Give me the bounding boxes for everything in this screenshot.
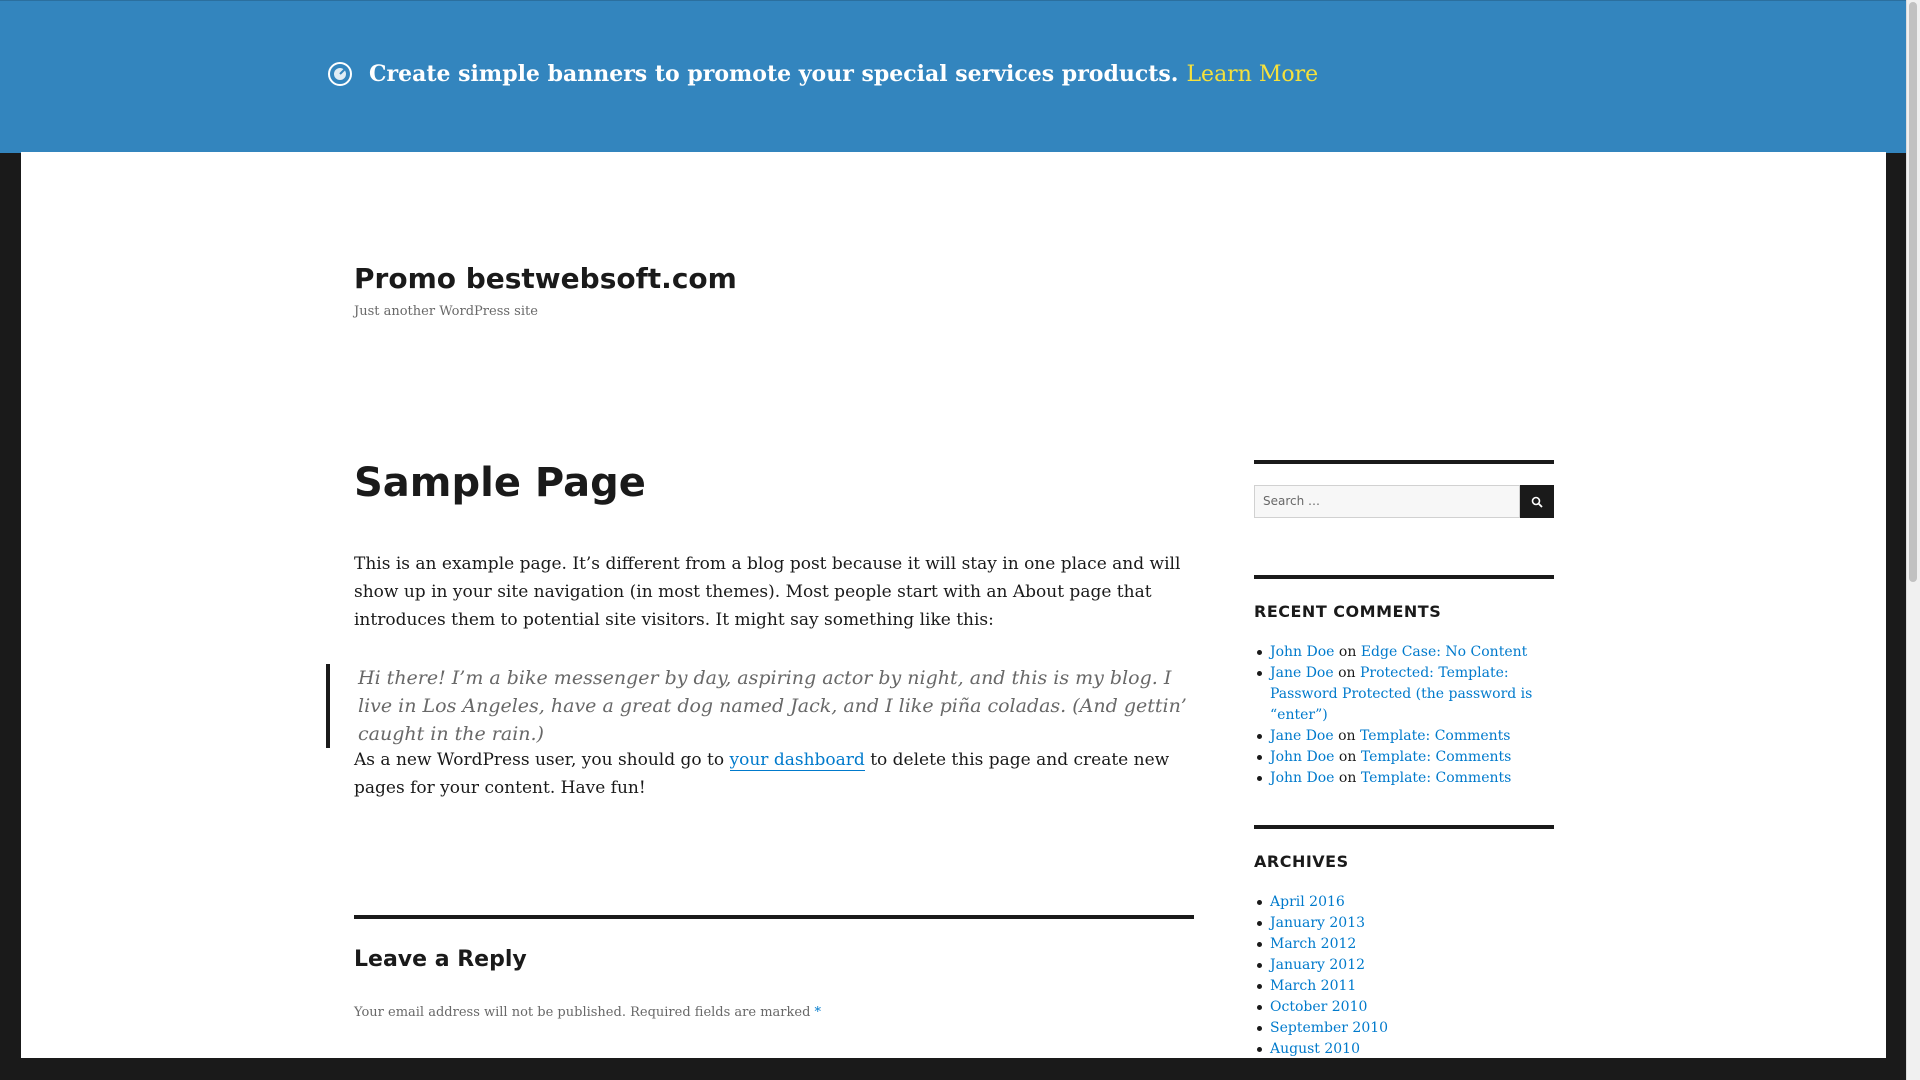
comment-on-text: on	[1338, 665, 1356, 681]
archive-link[interactable]: January 2013	[1270, 915, 1365, 931]
reply-title: Leave a Reply	[354, 947, 527, 972]
list-item: John Doe on Edge Case: No Content	[1254, 642, 1564, 663]
promo-banner: Create simple banners to promote your sp…	[0, 0, 1906, 153]
list-item: January 2013	[1254, 913, 1564, 934]
learn-more-link[interactable]: Learn More	[1186, 62, 1318, 87]
site-description: Just another WordPress site	[354, 304, 538, 319]
comment-post-link[interactable]: Edge Case: No Content	[1361, 644, 1527, 660]
list-item: September 2010	[1254, 1018, 1564, 1039]
comment-on-text: on	[1338, 644, 1357, 660]
list-item: March 2011	[1254, 976, 1564, 997]
target-icon	[328, 62, 352, 86]
list-item: April 2016	[1254, 892, 1564, 913]
comment-on-text: on	[1338, 749, 1357, 765]
page-content: Promo bestwebsoft.com Just another WordP…	[21, 152, 1886, 1058]
scrollbar-thumb[interactable]	[1909, 2, 1917, 582]
page-title: Sample Page	[354, 460, 646, 506]
intro-paragraph: This is an example page. It’s different …	[354, 554, 1181, 630]
comment-post-link[interactable]: Template: Comments	[1360, 728, 1510, 744]
list-item: Jane Doe on Protected: Template: Passwor…	[1254, 663, 1564, 726]
archive-link[interactable]: March 2011	[1270, 978, 1356, 994]
list-item: John Doe on Template: Comments	[1254, 747, 1564, 768]
comment-author-link[interactable]: Jane Doe	[1270, 665, 1334, 681]
search-input[interactable]: Search …	[1254, 485, 1520, 518]
archives-divider	[1254, 825, 1554, 829]
banner-content: Create simple banners to promote your sp…	[327, 61, 1318, 87]
list-item: August 2010	[1254, 1039, 1564, 1060]
archive-link[interactable]: April 2016	[1270, 894, 1345, 910]
list-item: October 2010	[1254, 997, 1564, 1018]
recent-comments-title: RECENT COMMENTS	[1254, 602, 1442, 621]
reply-note: Your email address will not be published…	[354, 1005, 821, 1020]
reply-divider	[354, 915, 1194, 919]
archives-title: ARCHIVES	[1254, 852, 1349, 871]
paragraph-text-before: As a new WordPress user, you should go t…	[354, 750, 730, 770]
search-widget-divider	[1254, 460, 1554, 464]
list-item: March 2012	[1254, 934, 1564, 955]
banner-text: Create simple banners to promote your sp…	[369, 61, 1179, 87]
search-button[interactable]	[1520, 485, 1554, 518]
entry-content: This is an example page. It’s different …	[354, 550, 1194, 634]
comment-on-text: on	[1338, 728, 1356, 744]
comment-author-link[interactable]: John Doe	[1270, 770, 1334, 786]
archive-link[interactable]: October 2010	[1270, 999, 1367, 1015]
comment-author-link[interactable]: John Doe	[1270, 749, 1334, 765]
archive-link[interactable]: March 2012	[1270, 936, 1356, 952]
archive-link[interactable]: January 2012	[1270, 957, 1365, 973]
comment-on-text: on	[1338, 770, 1357, 786]
comment-post-link[interactable]: Template: Comments	[1361, 770, 1511, 786]
comment-author-link[interactable]: John Doe	[1270, 644, 1334, 660]
archives-list: April 2016 January 2013 March 2012 Janua…	[1254, 892, 1564, 1060]
archive-link[interactable]: August 2010	[1270, 1041, 1360, 1057]
blockquote: Hi there! I’m a bike messenger by day, a…	[326, 664, 1196, 748]
reply-note-text: Your email address will not be published…	[354, 1005, 811, 1020]
list-item: January 2012	[1254, 955, 1564, 976]
archive-link[interactable]: September 2010	[1270, 1020, 1388, 1036]
search-icon	[1531, 496, 1543, 508]
recent-comments-divider	[1254, 575, 1554, 579]
list-item: Jane Doe on Template: Comments	[1254, 726, 1564, 747]
dashboard-paragraph: As a new WordPress user, you should go t…	[354, 746, 1199, 802]
dashboard-link[interactable]: your dashboard	[729, 750, 865, 771]
comment-author-link[interactable]: Jane Doe	[1270, 728, 1334, 744]
site-title[interactable]: Promo bestwebsoft.com	[354, 262, 737, 295]
required-mark: *	[814, 1005, 822, 1020]
comment-post-link[interactable]: Template: Comments	[1361, 749, 1511, 765]
list-item: John Doe on Template: Comments	[1254, 768, 1564, 789]
recent-comments-list: John Doe on Edge Case: No Content Jane D…	[1254, 642, 1564, 789]
